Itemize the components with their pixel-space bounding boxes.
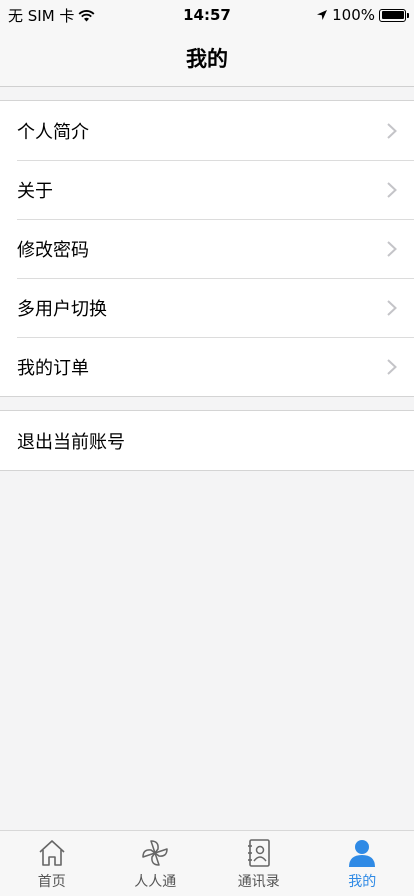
logout-button[interactable]: 退出当前账号 bbox=[0, 411, 414, 470]
menu-item-label: 个人简介 bbox=[17, 121, 89, 143]
status-bar: 无 SIM 卡 14:57 100% bbox=[0, 0, 414, 30]
wifi-icon bbox=[78, 9, 95, 21]
battery-icon bbox=[379, 8, 409, 22]
tab-label: 通讯录 bbox=[237, 874, 280, 890]
menu-item-label: 多用户切换 bbox=[17, 298, 107, 320]
page-title: 我的 bbox=[186, 47, 228, 71]
menu-list: 个人简介 关于 修改密码 多用户切换 我的订单 bbox=[0, 100, 414, 397]
menu-item-about[interactable]: 关于 bbox=[0, 160, 414, 219]
carrier-text: 无 SIM 卡 bbox=[8, 6, 75, 25]
tab-mine[interactable]: 我的 bbox=[311, 831, 414, 896]
status-left: 无 SIM 卡 bbox=[8, 5, 95, 26]
tab-renrentong[interactable]: 人人通 bbox=[104, 831, 208, 896]
tab-label: 首页 bbox=[37, 874, 66, 890]
chevron-right-icon bbox=[387, 299, 397, 316]
menu-item-change-password[interactable]: 修改密码 bbox=[0, 219, 414, 278]
home-icon bbox=[39, 840, 65, 866]
chevron-right-icon bbox=[387, 181, 397, 198]
logout-group: 退出当前账号 bbox=[0, 410, 414, 471]
person-icon bbox=[349, 840, 376, 867]
status-right: 100% bbox=[316, 6, 409, 24]
location-arrow-icon bbox=[317, 10, 328, 20]
logout-label: 退出当前账号 bbox=[17, 431, 125, 453]
chevron-right-icon bbox=[387, 122, 397, 139]
menu-item-profile[interactable]: 个人简介 bbox=[0, 101, 414, 160]
menu-item-label: 我的订单 bbox=[17, 357, 89, 379]
contacts-icon bbox=[247, 839, 270, 867]
tab-home[interactable]: 首页 bbox=[0, 831, 104, 896]
menu-item-label: 关于 bbox=[17, 180, 53, 202]
tab-label: 我的 bbox=[348, 874, 377, 890]
nav-bar: 我的 bbox=[0, 30, 414, 87]
pinwheel-icon bbox=[142, 840, 168, 866]
battery-fill bbox=[381, 11, 404, 19]
menu-item-my-orders[interactable]: 我的订单 bbox=[0, 337, 414, 396]
chevron-right-icon bbox=[387, 240, 397, 257]
chevron-right-icon bbox=[387, 358, 397, 375]
battery-percent: 100% bbox=[332, 6, 375, 24]
tab-bar: 首页 人人通 通讯录 我的 bbox=[0, 830, 414, 896]
menu-item-switch-user[interactable]: 多用户切换 bbox=[0, 278, 414, 337]
tab-label: 人人通 bbox=[134, 874, 177, 890]
tab-contacts[interactable]: 通讯录 bbox=[207, 831, 311, 896]
menu-item-label: 修改密码 bbox=[17, 239, 89, 261]
